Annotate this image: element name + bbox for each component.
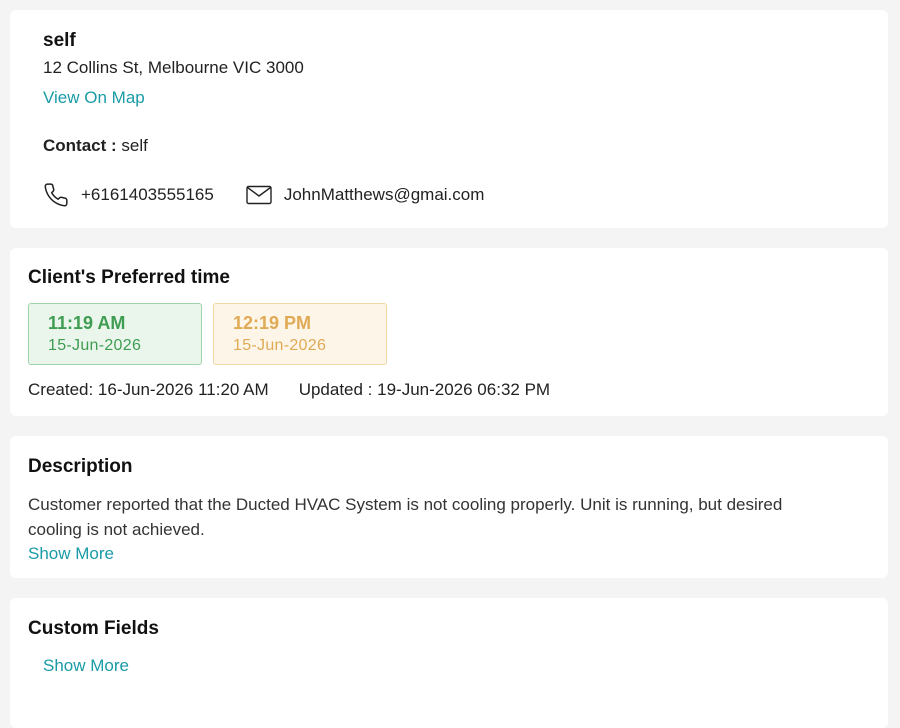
- phone-icon: [43, 182, 69, 208]
- email-address: JohnMatthews@gmai.com: [283, 185, 485, 204]
- timestamps-row: Created: 16-Jun-2026 11:20 AM Updated : …: [28, 380, 888, 400]
- communication-row: +6161403555165 JohnMatthews@gmai.com: [43, 182, 888, 208]
- customer-address: 12 Collins St, Melbourne VIC 3000: [43, 58, 304, 77]
- preferred-time-card: Client's Preferred time 11:19 AM 15-Jun-…: [10, 248, 888, 416]
- slot-date: 15-Jun-2026: [233, 337, 327, 354]
- contact-label: Contact :: [43, 136, 117, 155]
- time-slot-1[interactable]: 11:19 AM 15-Jun-2026: [28, 303, 202, 365]
- preferred-time-title: Client's Preferred time: [28, 267, 230, 288]
- updated-timestamp: Updated : 19-Jun-2026 06:32 PM: [298, 380, 551, 399]
- mail-icon: [246, 185, 272, 205]
- slot-date: 15-Jun-2026: [48, 337, 142, 354]
- time-slots: 11:19 AM 15-Jun-2026 12:19 PM 15-Jun-202…: [28, 303, 888, 365]
- custom-fields-show-more-link[interactable]: Show More: [43, 656, 129, 676]
- description-text: Customer reported that the Ducted HVAC S…: [28, 495, 783, 539]
- custom-fields-card: Custom Fields Show More: [10, 598, 888, 728]
- customer-name: self: [43, 30, 76, 51]
- slot-time: 11:19 AM: [48, 313, 126, 333]
- custom-fields-title: Custom Fields: [28, 618, 159, 639]
- email-item[interactable]: JohnMatthews@gmai.com: [246, 185, 485, 205]
- time-slot-2[interactable]: 12:19 PM 15-Jun-2026: [213, 303, 387, 365]
- created-timestamp: Created: 16-Jun-2026 11:20 AM: [28, 380, 269, 399]
- view-on-map-link[interactable]: View On Map: [43, 88, 145, 108]
- phone-item[interactable]: +6161403555165: [43, 182, 214, 208]
- contact-row: Contact : self: [43, 136, 888, 156]
- description-card: Description Customer reported that the D…: [10, 436, 888, 578]
- description-title: Description: [28, 456, 133, 477]
- slot-time: 12:19 PM: [233, 313, 312, 333]
- description-show-more-link[interactable]: Show More: [28, 544, 114, 564]
- customer-card: self 12 Collins St, Melbourne VIC 3000 V…: [10, 10, 888, 228]
- phone-number: +6161403555165: [81, 185, 214, 204]
- contact-value: self: [121, 136, 148, 155]
